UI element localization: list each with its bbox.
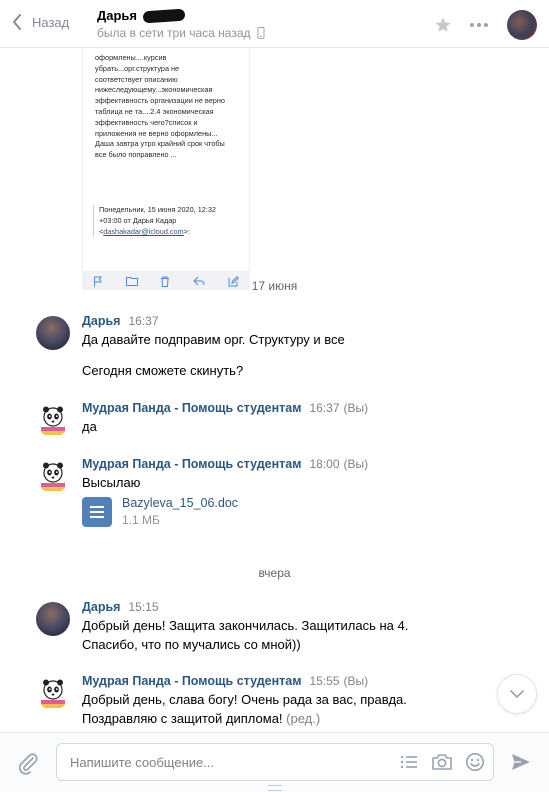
date-separator: вчера bbox=[258, 566, 291, 580]
message-text: Добрый день, слава богу! Очень рада за в… bbox=[82, 692, 407, 707]
composer: Напишите сообщение... bbox=[0, 732, 549, 792]
mail-email: dashakadar@icloud.com bbox=[103, 226, 184, 236]
message-text: да bbox=[82, 419, 97, 434]
panda-avatar[interactable] bbox=[36, 459, 70, 493]
template-list-icon[interactable] bbox=[399, 752, 419, 772]
mail-text: оформлены....курсив убрать...орг.структу… bbox=[95, 53, 225, 160]
message-text: Высылаю bbox=[82, 475, 141, 490]
back-button[interactable]: Назад bbox=[12, 14, 69, 30]
message-time[interactable]: 16:37 bbox=[309, 401, 339, 415]
document-attachment[interactable]: Bazyleva_15_06.doc 1.1 МБ bbox=[82, 496, 502, 527]
avatar[interactable] bbox=[36, 316, 70, 350]
more-icon[interactable] bbox=[465, 11, 493, 39]
back-label: Назад bbox=[32, 14, 70, 30]
message-text-edited: Поздравляю с защитой диплома! (ред.) bbox=[82, 709, 502, 728]
paperclip-icon[interactable] bbox=[16, 751, 40, 778]
peer-avatar[interactable] bbox=[507, 10, 537, 40]
scroll-down-button[interactable] bbox=[497, 674, 537, 714]
message-history[interactable]: оформлены....курсив убрать...орг.структу… bbox=[0, 48, 549, 732]
edited-marker: (ред.) bbox=[286, 711, 321, 726]
panda-avatar[interactable] bbox=[36, 676, 70, 710]
message-time[interactable]: 15:55 bbox=[309, 674, 339, 688]
chevron-down-icon bbox=[510, 690, 524, 698]
chevron-left-icon bbox=[13, 14, 21, 30]
message-input[interactable]: Напишите сообщение... bbox=[56, 743, 494, 781]
you-marker: (Вы) bbox=[343, 401, 369, 415]
document-size: 1.1 МБ bbox=[122, 513, 160, 527]
mail-screenshot-image[interactable]: оформлены....курсив убрать...орг.структу… bbox=[82, 48, 250, 272]
mobile-icon bbox=[257, 27, 265, 39]
message-author[interactable]: Мудрая Панда - Помощь студентам bbox=[82, 401, 301, 415]
panda-icon bbox=[41, 679, 65, 708]
message-time[interactable]: 18:00 bbox=[309, 457, 339, 471]
you-marker: (Вы) bbox=[343, 674, 369, 688]
panda-icon bbox=[41, 462, 65, 491]
message-text: Добрый день! Защита закончилась. Защитил… bbox=[82, 618, 409, 633]
mail-signature: Понедельник, 15 июня 2020, 12:32 +03:00 … bbox=[93, 205, 245, 238]
panda-avatar[interactable] bbox=[36, 403, 70, 437]
peer-name[interactable]: Дарья bbox=[97, 8, 137, 23]
star-icon[interactable] bbox=[429, 11, 457, 39]
avatar[interactable] bbox=[36, 602, 70, 636]
message-author[interactable]: Дарья bbox=[82, 314, 120, 328]
message-text: Спасибо, что по мучались со мной)) bbox=[82, 637, 301, 652]
camera-icon[interactable] bbox=[431, 752, 453, 772]
message-text: Да давайте подправим орг. Структуру и вс… bbox=[82, 332, 345, 347]
peer-info[interactable]: Дарья была в сети три часа назад bbox=[97, 8, 265, 40]
chat-header: Назад Дарья была в сети три часа назад bbox=[0, 0, 549, 48]
message-text: Поздравляю с защитой диплома! bbox=[82, 711, 283, 726]
message-author[interactable]: Дарья bbox=[82, 600, 120, 614]
message-author[interactable]: Мудрая Панда - Помощь студентам bbox=[82, 457, 301, 471]
document-icon[interactable] bbox=[82, 496, 112, 527]
document-name[interactable]: Bazyleva_15_06.doc bbox=[122, 496, 238, 510]
mail-signature-tail: >: bbox=[183, 226, 190, 236]
peer-status: была в сети три часа назад bbox=[97, 26, 251, 40]
message-author[interactable]: Мудрая Панда - Помощь студентам bbox=[82, 674, 301, 688]
date-separator: 17 июня bbox=[251, 279, 298, 293]
message-input-placeholder: Напишите сообщение... bbox=[70, 755, 215, 770]
message-time[interactable]: 15:15 bbox=[128, 600, 158, 614]
message-text: Сегодня сможете скинуть? bbox=[82, 363, 244, 378]
resize-grip[interactable] bbox=[268, 785, 282, 791]
smile-icon[interactable] bbox=[465, 752, 485, 772]
message-time[interactable]: 16:37 bbox=[128, 314, 158, 328]
redaction-mark bbox=[142, 8, 186, 23]
panda-icon bbox=[41, 406, 65, 435]
you-marker: (Вы) bbox=[343, 457, 369, 471]
send-icon[interactable] bbox=[510, 751, 532, 776]
